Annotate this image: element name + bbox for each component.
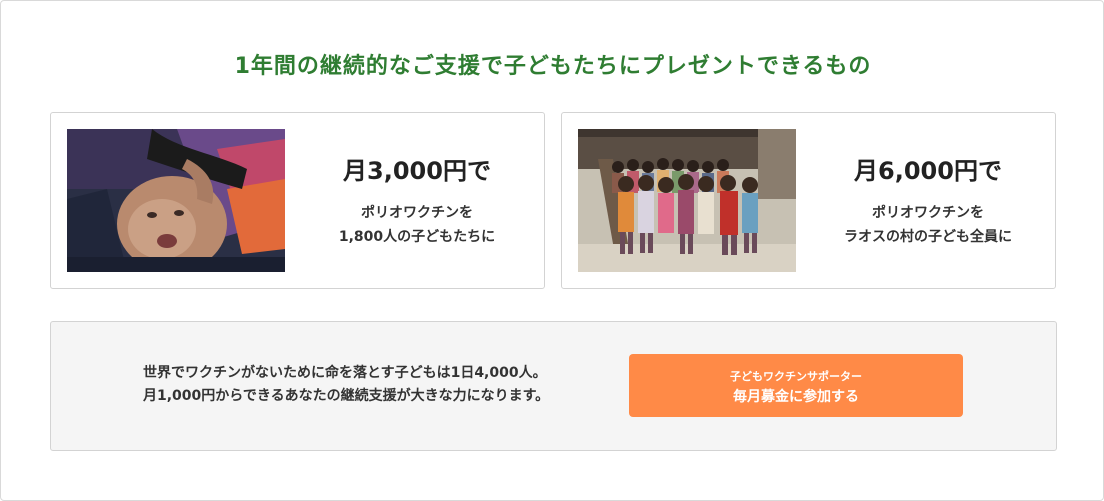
monthly-donation-button[interactable]: 子どもワクチンサポーター 毎月募金に参加する [629,354,963,417]
donation-card-6000: 月6,000円で ポリオワクチンを ラオスの村の子ども全員に [561,112,1056,289]
baby-vaccine-image [67,129,285,272]
call-to-action-banner: 世界でワクチンがないために命を落とす子どもは1日4,000人。 月1,000円か… [50,321,1057,451]
card-text: 月3,000円で ポリオワクチンを 1,800人の子どもたちに [307,113,527,288]
card-description-line: ラオスの村の子ども全員に [844,229,1012,245]
section-title: 1年間の継続的なご支援で子どもたちにプレゼントできるもの [234,54,872,79]
banner-message-line: 月1,000円からできるあなたの継続支援が大きな力になります。 [143,388,550,404]
card-description-line: ポリオワクチンを [361,205,473,221]
card-description-line: ポリオワクチンを [872,205,984,221]
card-amount: 月6,000円で [854,157,1002,185]
banner-message: 世界でワクチンがないために命を落とす子どもは1日4,000人。 月1,000円か… [143,362,603,408]
baby-vaccine-photo [67,129,285,272]
card-description: ポリオワクチンを ラオスの村の子ども全員に [818,201,1038,249]
card-amount: 月3,000円で [343,157,491,185]
banner-message-line: 世界でワクチンがないために命を落とす子どもは1日4,000人。 [143,365,547,381]
support-section: 1年間の継続的なご支援で子どもたちにプレゼントできるもの 月3,000円で ポリ… [0,0,1104,501]
card-text: 月6,000円で ポリオワクチンを ラオスの村の子ども全員に [818,113,1038,288]
donation-card-3000: 月3,000円で ポリオワクチンを 1,800人の子どもたちに [50,112,545,289]
card-description: ポリオワクチンを 1,800人の子どもたちに [307,201,527,249]
village-children-photo [578,129,796,272]
cta-label: 毎月募金に参加する [733,389,859,405]
village-children-image [578,129,796,272]
card-description-line: 1,800人の子どもたちに [338,229,496,245]
cta-subtitle: 子どもワクチンサポーター [730,370,862,383]
